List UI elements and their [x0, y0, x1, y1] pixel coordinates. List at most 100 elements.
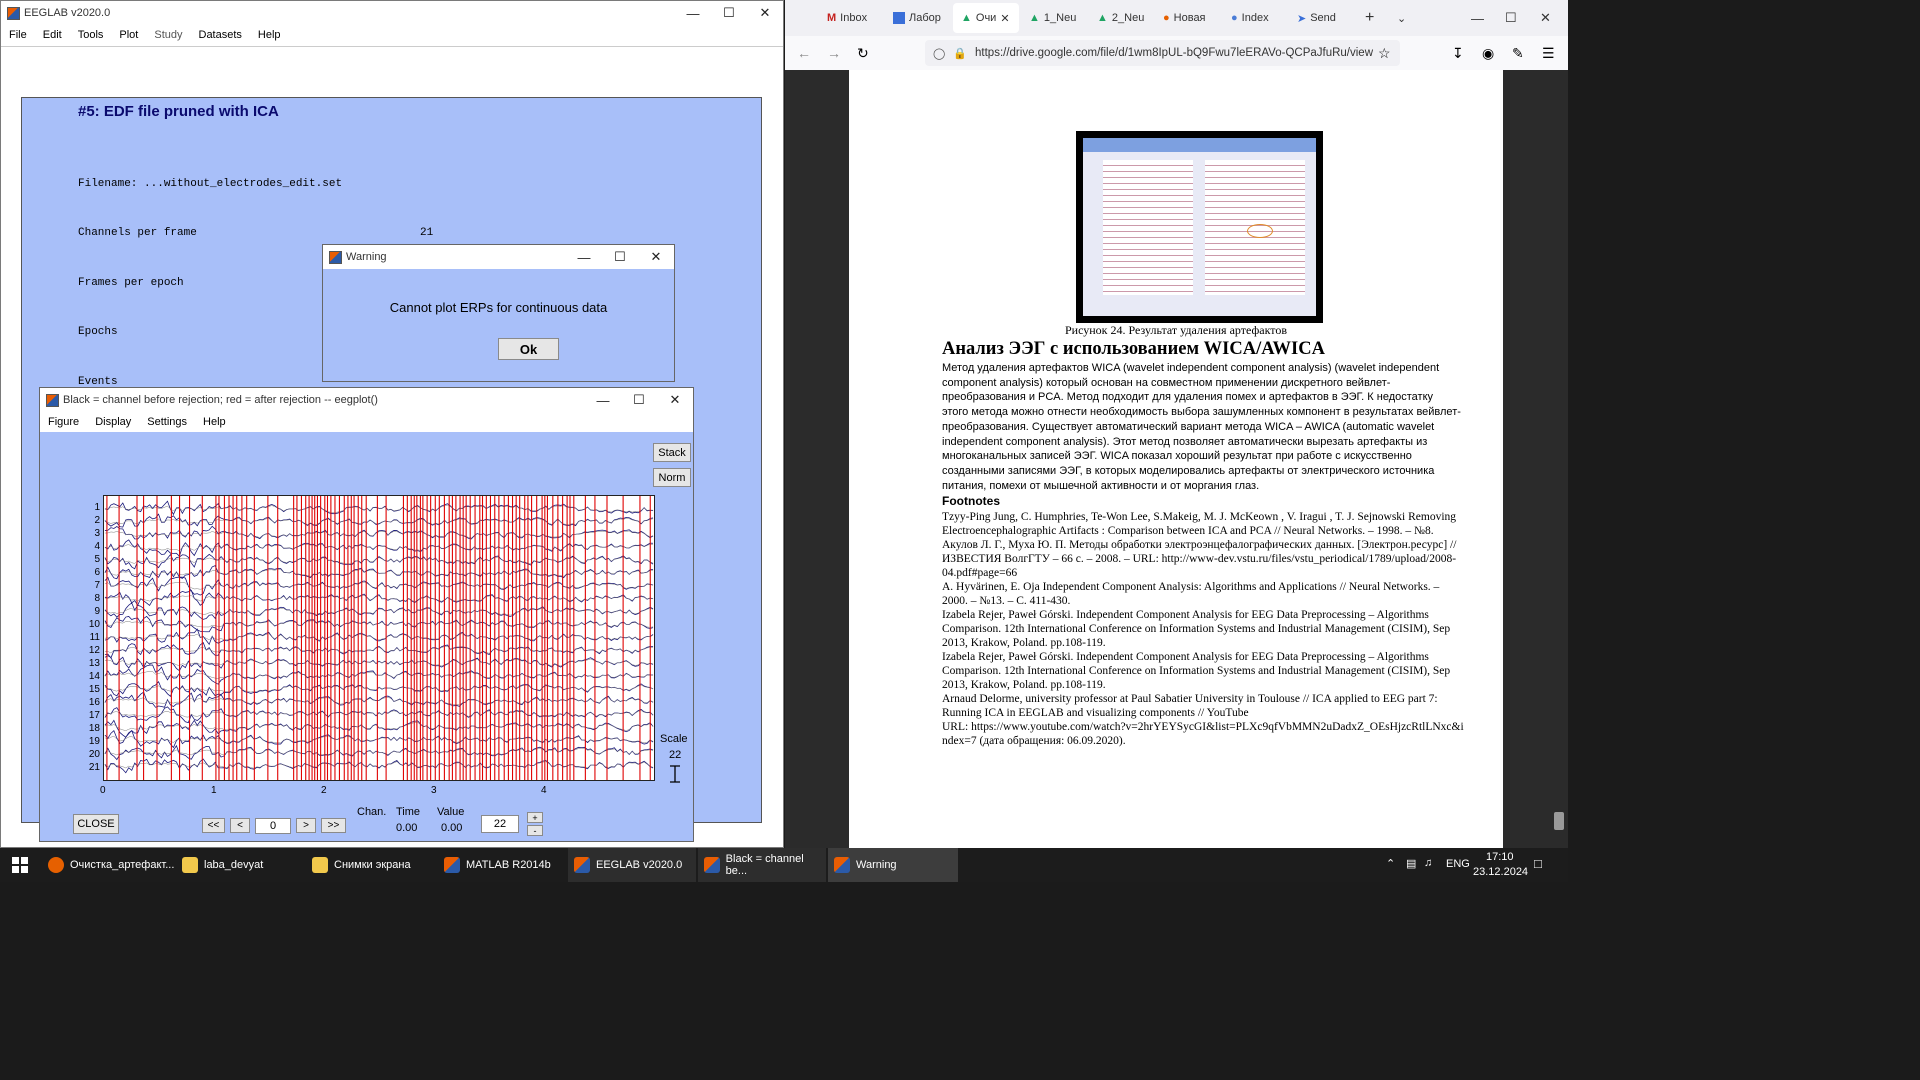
- time-value: 0.00: [396, 822, 418, 834]
- warning-titlebar: Warning — ☐ ✕: [323, 245, 674, 269]
- taskbar-item-firefox[interactable]: Очистка_артефакт...: [48, 848, 174, 882]
- back-icon[interactable]: ←: [797, 45, 811, 61]
- eeg-plot-area[interactable]: [103, 495, 655, 781]
- close-icon[interactable]: ✕: [638, 249, 674, 265]
- menu-datasets[interactable]: Datasets: [191, 29, 250, 41]
- menu-edit[interactable]: Edit: [35, 29, 70, 41]
- forward-icon[interactable]: →: [827, 45, 841, 61]
- scale-plus-button[interactable]: +: [527, 812, 543, 823]
- notifications-icon[interactable]: □: [1534, 856, 1542, 871]
- taskbar-item-screenshots[interactable]: Снимки экрана: [312, 848, 411, 882]
- tab-neu1[interactable]: ▲ 1_Neu: [1029, 5, 1076, 31]
- taskbar-item-folder[interactable]: laba_devyat: [182, 848, 263, 882]
- tab-active-drive[interactable]: ▲ Очи ✕: [953, 3, 1019, 33]
- position-input[interactable]: 0: [255, 818, 291, 834]
- network-icon[interactable]: ▤: [1406, 857, 1416, 870]
- scale-input[interactable]: 22: [481, 815, 519, 833]
- scrollbar-thumb[interactable]: [1554, 812, 1564, 830]
- menu-plot[interactable]: Plot: [111, 29, 146, 41]
- row-frames: Frames per epoch: [78, 277, 184, 289]
- x-tick-label: 4: [541, 785, 547, 796]
- channel-trace-before: [104, 758, 654, 774]
- stack-button[interactable]: Stack: [653, 443, 691, 462]
- nav-last-button[interactable]: >>: [321, 818, 346, 833]
- scale-bar-icon: [670, 765, 680, 783]
- tab-neu2[interactable]: ▲ 2_Neu: [1097, 5, 1144, 31]
- minimize-icon[interactable]: —: [1471, 5, 1484, 31]
- tab-list-icon[interactable]: ⌄: [1397, 5, 1406, 31]
- folder-icon: [182, 857, 198, 873]
- close-button[interactable]: CLOSE: [73, 814, 119, 834]
- close-icon[interactable]: ✕: [1540, 5, 1551, 31]
- new-tab-icon[interactable]: +: [1365, 5, 1374, 31]
- reference-item: Акулов Л. Г., Муха Ю. П. Методы обработк…: [942, 539, 1457, 579]
- menu-icon[interactable]: ☰: [1542, 45, 1555, 62]
- figure-caption: Рисунок 24. Результат удаления артефакто…: [1065, 323, 1287, 337]
- tab-index[interactable]: ● Index: [1231, 5, 1269, 31]
- channel-label: 4: [94, 541, 100, 552]
- extensions-icon[interactable]: ✎: [1512, 45, 1524, 62]
- close-icon[interactable]: ✕: [657, 392, 693, 408]
- menu-tools[interactable]: Tools: [70, 29, 112, 41]
- minimize-icon[interactable]: —: [585, 393, 621, 408]
- volume-icon[interactable]: ♫: [1424, 857, 1432, 869]
- clock-time[interactable]: 17:10: [1486, 851, 1514, 863]
- norm-button[interactable]: Norm: [653, 468, 691, 487]
- bookmark-star-icon[interactable]: ☆: [1378, 45, 1391, 62]
- download-icon[interactable]: ↧: [1452, 45, 1464, 62]
- close-tab-icon[interactable]: ✕: [1000, 12, 1009, 25]
- account-icon[interactable]: ◉: [1482, 45, 1494, 62]
- maximize-icon[interactable]: ☐: [1505, 5, 1517, 31]
- figure-highlight-ellipse: [1247, 224, 1273, 238]
- ok-button[interactable]: Ok: [498, 338, 559, 360]
- channel-label: 8: [94, 593, 100, 604]
- channel-trace-after: [104, 722, 654, 731]
- menu-file[interactable]: File: [1, 29, 35, 41]
- maximize-icon[interactable]: ☐: [602, 249, 638, 265]
- url-bar[interactable]: ◯ 🔒 https://drive.google.com/file/d/1wm8…: [925, 40, 1400, 66]
- clock-date[interactable]: 23.12.2024: [1473, 866, 1528, 878]
- channel-label: 1: [94, 502, 100, 513]
- taskbar-label: Очистка_артефакт...: [70, 859, 175, 871]
- tab-lab[interactable]: Лабор: [893, 5, 941, 31]
- figure-header: [1083, 138, 1316, 152]
- menu-settings[interactable]: Settings: [139, 416, 195, 428]
- tray-chevron-icon[interactable]: ⌃: [1386, 857, 1395, 870]
- minimize-icon[interactable]: —: [566, 250, 602, 265]
- taskbar-label: MATLAB R2014b: [466, 859, 551, 871]
- x-tick-label: 1: [211, 785, 217, 796]
- scale-minus-button[interactable]: -: [527, 825, 543, 836]
- maximize-icon[interactable]: ☐: [711, 5, 747, 21]
- tab-new[interactable]: ● Новая: [1163, 5, 1206, 31]
- menu-figure[interactable]: Figure: [40, 416, 87, 428]
- maximize-icon[interactable]: ☐: [621, 392, 657, 408]
- nav-next-button[interactable]: >: [296, 818, 316, 833]
- tab-strip: M Inbox Лабор ▲ Очи ✕ ▲ 1_Neu ▲ 2_Neu ● Новая …: [785, 0, 1568, 36]
- taskbar-label: laba_devyat: [204, 859, 264, 871]
- channel-label: 20: [88, 749, 100, 760]
- language-indicator[interactable]: ENG: [1446, 858, 1470, 870]
- taskbar-item-warning[interactable]: Warning: [828, 848, 958, 882]
- close-icon[interactable]: ✕: [747, 5, 783, 21]
- taskbar-item-eeglab[interactable]: EEGLAB v2020.0: [568, 848, 696, 882]
- menu-display[interactable]: Display: [87, 416, 139, 428]
- minimize-icon[interactable]: —: [675, 6, 711, 21]
- tab-inbox[interactable]: M Inbox: [827, 5, 867, 31]
- row-epochs: Epochs: [78, 326, 118, 338]
- menu-help[interactable]: Help: [250, 29, 289, 41]
- reload-icon[interactable]: ↻: [857, 45, 869, 62]
- channel-trace-before: [104, 539, 654, 557]
- taskbar-item-matlab[interactable]: MATLAB R2014b: [444, 848, 551, 882]
- taskbar-item-eegplot[interactable]: Black = channel be...: [698, 848, 826, 882]
- globe-icon: ●: [1231, 12, 1238, 24]
- nav-prev-button[interactable]: <: [230, 818, 250, 833]
- eeglab-title: EEGLAB v2020.0: [24, 7, 111, 19]
- channel-trace-before: [104, 565, 654, 580]
- menu-study[interactable]: Study: [146, 29, 190, 41]
- eegplot-title: Black = channel before rejection; red = …: [63, 394, 378, 406]
- windows-start-icon[interactable]: [12, 857, 28, 873]
- nav-first-button[interactable]: <<: [202, 818, 225, 833]
- menu-help[interactable]: Help: [195, 416, 234, 428]
- tab-send[interactable]: ➤ Send: [1297, 5, 1336, 31]
- dataset-heading: #5: EDF file pruned with ICA: [78, 103, 279, 120]
